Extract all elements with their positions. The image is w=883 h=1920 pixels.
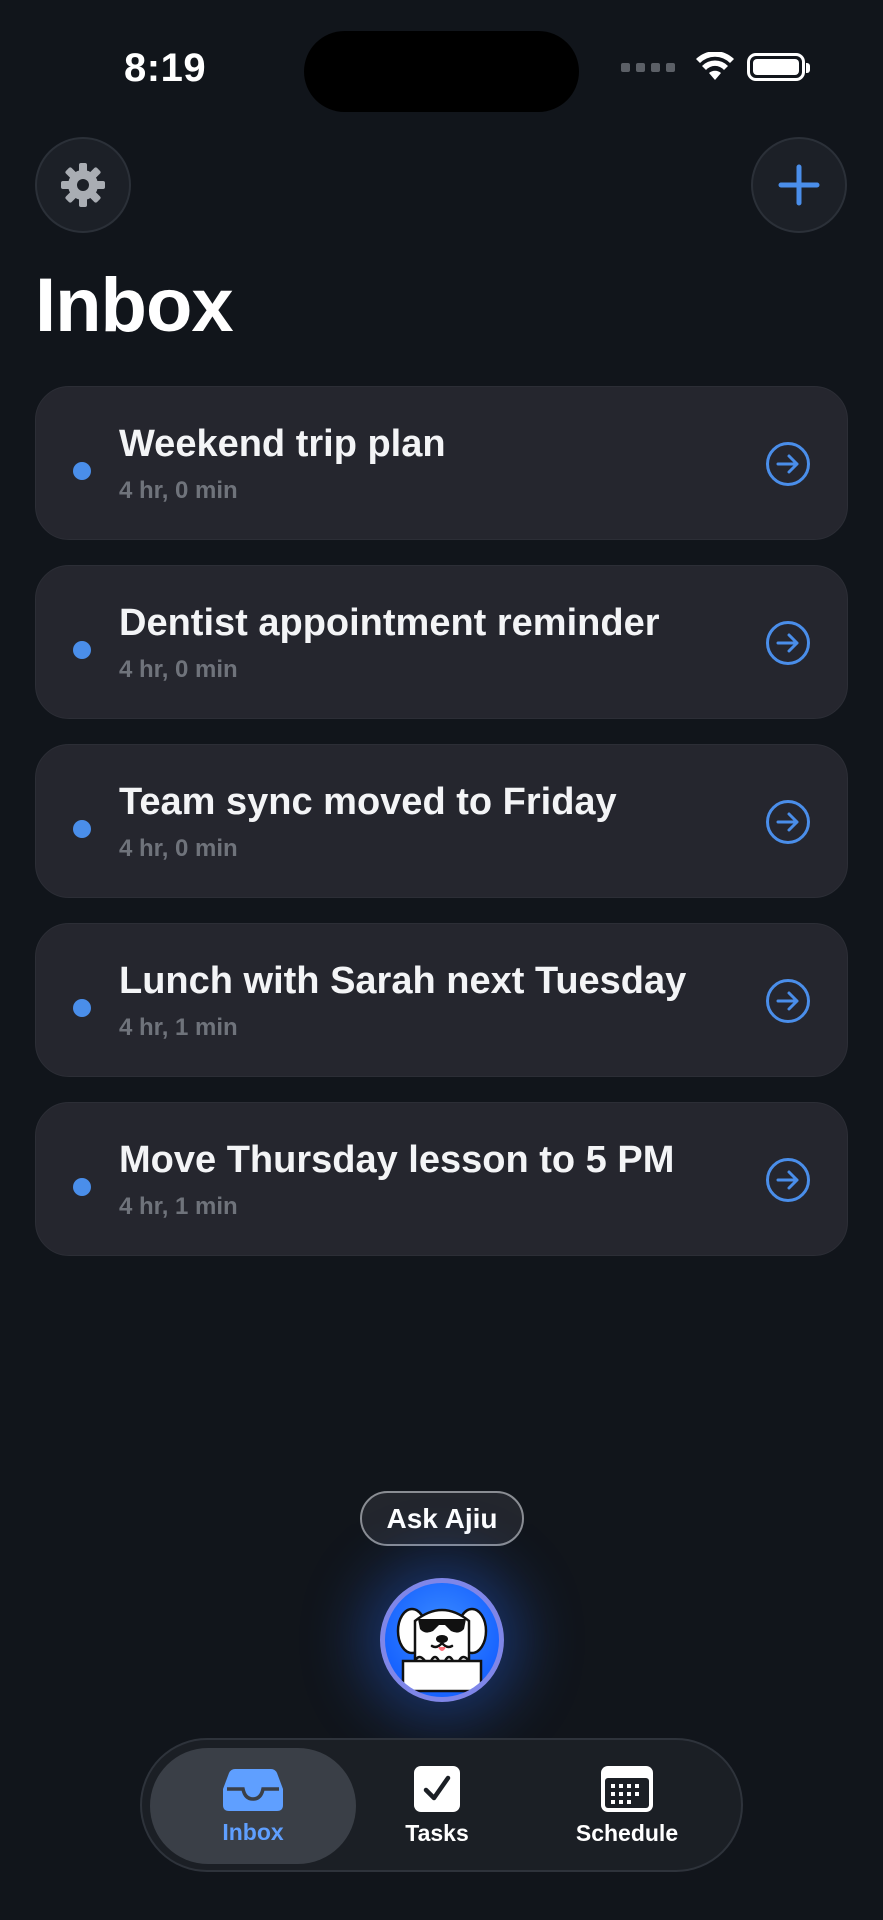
inbox-list: Weekend trip plan 4 hr, 0 min Dentist ap… — [35, 386, 848, 1281]
arrow-right-circle-icon[interactable] — [765, 799, 811, 845]
arrow-right-circle-icon[interactable] — [765, 978, 811, 1024]
arrow-right-circle-icon[interactable] — [765, 620, 811, 666]
inbox-item-time: 4 hr, 1 min — [119, 1193, 238, 1220]
inbox-item-title: Lunch with Sarah next Tuesday — [119, 960, 687, 1002]
dog-mascot-icon — [396, 1607, 488, 1693]
tab-tasks-label: Tasks — [405, 1819, 469, 1846]
inbox-item[interactable]: Lunch with Sarah next Tuesday 4 hr, 1 mi… — [35, 923, 848, 1077]
battery-icon — [747, 53, 810, 81]
calendar-icon — [601, 1765, 653, 1812]
cellular-signal-icon — [621, 62, 675, 72]
status-icons — [621, 52, 810, 82]
page-title: Inbox — [35, 263, 234, 348]
plus-icon — [778, 164, 820, 206]
unread-dot — [73, 641, 91, 659]
inbox-item[interactable]: Team sync moved to Friday 4 hr, 0 min — [35, 744, 848, 898]
settings-button[interactable] — [35, 137, 131, 233]
gear-icon — [61, 163, 105, 207]
tab-inbox[interactable]: Inbox — [150, 1748, 356, 1864]
tab-inbox-label: Inbox — [222, 1818, 284, 1845]
inbox-item-time: 4 hr, 1 min — [119, 1014, 238, 1041]
inbox-item-time: 4 hr, 0 min — [119, 477, 238, 504]
inbox-item-title: Team sync moved to Friday — [119, 781, 617, 823]
checkbox-icon — [414, 1765, 460, 1812]
inbox-item[interactable]: Move Thursday lesson to 5 PM 4 hr, 1 min — [35, 1102, 848, 1256]
inbox-item-time: 4 hr, 0 min — [119, 835, 238, 862]
wifi-icon — [696, 52, 734, 80]
tab-schedule-label: Schedule — [575, 1819, 679, 1846]
add-button[interactable] — [751, 137, 847, 233]
inbox-tray-icon — [223, 1768, 283, 1811]
tab-tasks[interactable]: Tasks — [367, 1748, 507, 1864]
arrow-right-circle-icon[interactable] — [765, 441, 811, 487]
unread-dot — [73, 999, 91, 1017]
unread-dot — [73, 462, 91, 480]
arrow-right-circle-icon[interactable] — [765, 1157, 811, 1203]
unread-dot — [73, 820, 91, 838]
inbox-item[interactable]: Dentist appointment reminder 4 hr, 0 min — [35, 565, 848, 719]
assistant-mascot-button[interactable] — [380, 1578, 504, 1702]
dynamic-island — [304, 31, 579, 112]
screen: 8:19 Inbox Weekend trip plan 4 hr, 0 min… — [0, 0, 883, 1920]
ask-ajiu-button[interactable]: Ask Ajiu — [360, 1491, 524, 1546]
inbox-item-title: Weekend trip plan — [119, 423, 446, 465]
unread-dot — [73, 1178, 91, 1196]
tab-bar: Inbox Tasks Schedule — [140, 1738, 743, 1872]
inbox-item-title: Move Thursday lesson to 5 PM — [119, 1139, 675, 1181]
inbox-item-time: 4 hr, 0 min — [119, 656, 238, 683]
status-time: 8:19 — [124, 46, 207, 90]
tab-schedule[interactable]: Schedule — [527, 1748, 727, 1864]
inbox-item[interactable]: Weekend trip plan 4 hr, 0 min — [35, 386, 848, 540]
inbox-item-title: Dentist appointment reminder — [119, 602, 660, 644]
